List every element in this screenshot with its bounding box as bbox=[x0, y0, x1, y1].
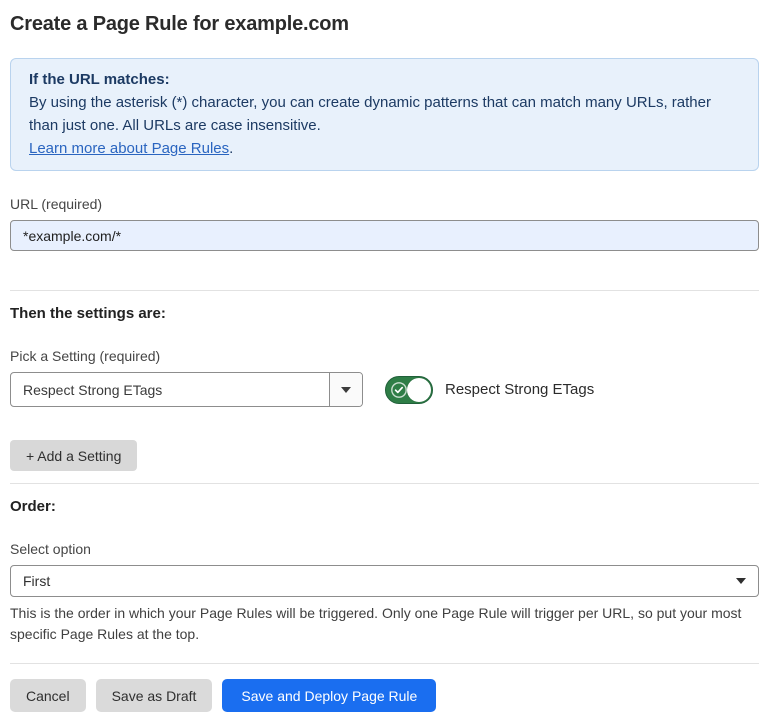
chevron-down-icon bbox=[736, 578, 746, 584]
toggle-label: Respect Strong ETags bbox=[445, 381, 594, 398]
toggle-knob bbox=[407, 378, 431, 402]
form-actions: Cancel Save as Draft Save and Deploy Pag… bbox=[10, 679, 759, 712]
url-input[interactable] bbox=[10, 220, 759, 251]
info-heading: If the URL matches: bbox=[29, 68, 740, 91]
setting-select[interactable]: Respect Strong ETags bbox=[10, 372, 363, 407]
order-select-value: First bbox=[23, 573, 50, 589]
learn-more-link[interactable]: Learn more about Page Rules bbox=[29, 140, 229, 157]
setting-row: Respect Strong ETags Respect Strong ETag… bbox=[10, 372, 759, 407]
settings-heading: Then the settings are: bbox=[10, 305, 759, 323]
dropdown-arrow-button[interactable] bbox=[329, 373, 362, 406]
setting-select-value: Respect Strong ETags bbox=[11, 373, 329, 406]
add-setting-button[interactable]: + Add a Setting bbox=[10, 440, 137, 471]
url-match-info-box: If the URL matches: By using the asteris… bbox=[10, 58, 759, 171]
order-heading: Order: bbox=[10, 498, 759, 516]
caret-down-icon bbox=[341, 387, 351, 393]
link-suffix: . bbox=[229, 140, 233, 157]
order-select[interactable]: First bbox=[10, 565, 759, 597]
setting-picker-label: Pick a Setting (required) bbox=[10, 348, 759, 364]
order-select-label: Select option bbox=[10, 541, 759, 557]
check-icon bbox=[390, 381, 408, 399]
page-title: Create a Page Rule for example.com bbox=[10, 12, 759, 36]
order-help-text: This is the order in which your Page Rul… bbox=[10, 603, 755, 645]
section-divider bbox=[10, 483, 759, 484]
page-rule-form: Create a Page Rule for example.com If th… bbox=[0, 0, 769, 712]
info-body: By using the asterisk (*) character, you… bbox=[29, 91, 740, 137]
etags-toggle[interactable] bbox=[385, 376, 433, 404]
save-draft-button[interactable]: Save as Draft bbox=[96, 679, 213, 712]
info-link-line: Learn more about Page Rules. bbox=[29, 137, 740, 160]
url-label: URL (required) bbox=[10, 196, 759, 212]
footer-divider bbox=[10, 663, 759, 664]
save-deploy-button[interactable]: Save and Deploy Page Rule bbox=[222, 679, 436, 712]
section-divider bbox=[10, 290, 759, 291]
cancel-button[interactable]: Cancel bbox=[10, 679, 86, 712]
